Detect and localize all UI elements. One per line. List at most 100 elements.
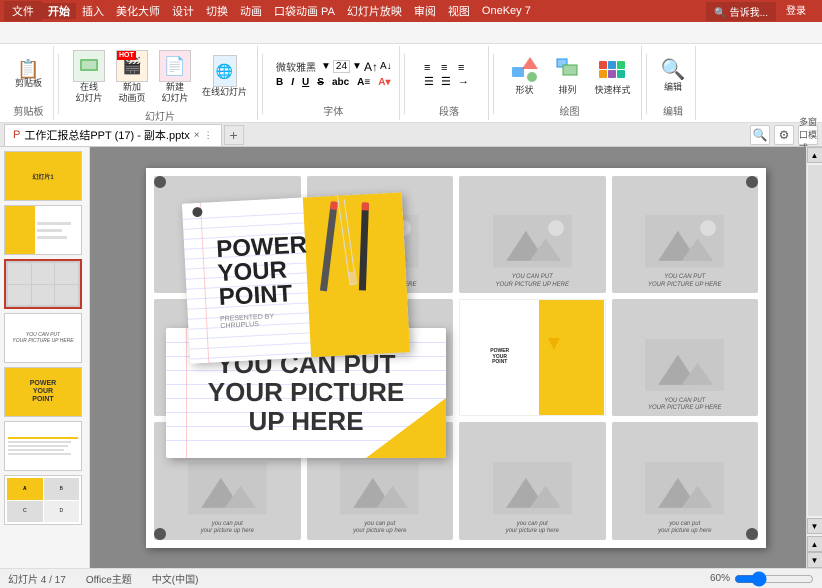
- language-label: 中文(中国): [152, 571, 199, 586]
- menu-pocketanimation[interactable]: 口袋动画 PA: [268, 3, 341, 19]
- card-right: [303, 192, 410, 357]
- quick-styles-button[interactable]: 快速样式: [590, 51, 634, 98]
- menu-onekey[interactable]: OneKey 7: [476, 5, 537, 17]
- text-shadow-button[interactable]: abc: [329, 76, 352, 89]
- strikethrough-button[interactable]: S: [314, 76, 327, 89]
- scroll-extra2[interactable]: ▼: [807, 552, 822, 568]
- thumb2-content: [5, 206, 81, 254]
- help-btn[interactable]: 🔍 告诉我...: [706, 2, 776, 21]
- login-btn[interactable]: 登录: [780, 2, 812, 21]
- menu-view[interactable]: 视图: [442, 3, 476, 19]
- slide-thumb-5[interactable]: POWERYOURPOINT: [4, 367, 82, 417]
- font-color-button[interactable]: A▾: [375, 76, 393, 89]
- tab-drag-handle[interactable]: ⋮: [204, 130, 213, 141]
- search-icon-btn[interactable]: 🔍: [750, 125, 770, 145]
- slides-group: 在线幻灯片 🎬 HOT 新加动画页 📄 新建幻灯片: [63, 46, 258, 120]
- thumb6-line5: [8, 453, 71, 455]
- new-slide-button[interactable]: 📄 新建幻灯片: [155, 48, 195, 106]
- menu-animation[interactable]: 动画: [234, 3, 268, 19]
- main-area: 幻灯片1: [0, 147, 822, 568]
- font-name-btn[interactable]: 微软雅黑: [273, 59, 319, 74]
- paste-button[interactable]: 📋 剪贴板: [11, 58, 46, 91]
- thumb7-content: A B C D: [5, 476, 81, 524]
- multiwindow-btn[interactable]: 多窗口模式: [798, 125, 818, 145]
- bold-button[interactable]: B: [273, 76, 286, 89]
- menu-design[interactable]: 设计: [166, 3, 200, 19]
- align-center-icon[interactable]: ≡: [441, 62, 457, 74]
- scroll-thumb[interactable]: [808, 165, 822, 516]
- pin-bottom-right: [746, 528, 758, 540]
- align-left-icon[interactable]: ≡: [424, 62, 440, 74]
- pencil-yellow: [336, 192, 356, 285]
- menu-review[interactable]: 审阅: [408, 3, 442, 19]
- menu-beautify[interactable]: 美化大师: [110, 3, 166, 19]
- card-main-title: POWER YOUR POINT: [216, 234, 291, 310]
- drawing-buttons: 形状 排列: [504, 48, 634, 101]
- pyp-left: POWERYOURPOINT: [460, 300, 539, 415]
- font-size-btn[interactable]: ▼: [321, 61, 331, 72]
- indent-icon[interactable]: →: [458, 75, 474, 88]
- online-slides-label: 在线幻灯片: [75, 82, 102, 104]
- para-align-row: ≡ ≡ ≡ ☰ ☰ →: [424, 62, 474, 88]
- thumb3-cell4: [8, 285, 31, 306]
- online-slides-button[interactable]: 在线幻灯片: [69, 48, 109, 106]
- menu-slideshow[interactable]: 幻灯片放映: [341, 3, 408, 19]
- mountain-icon-7: [616, 332, 755, 398]
- slide-thumb-1[interactable]: 幻灯片1: [4, 151, 82, 201]
- thumb2-line3: [37, 236, 66, 239]
- shapes-button[interactable]: 形状: [504, 51, 544, 98]
- add-tab-button[interactable]: +: [224, 125, 244, 145]
- paste-label: 剪贴板: [15, 78, 42, 89]
- cell-text-1-3: YOU CAN PUTYOUR PICTURE UP HERE: [496, 274, 569, 288]
- bullets-icon[interactable]: ☰: [424, 75, 440, 88]
- scroll-up-btn[interactable]: ▲: [807, 147, 822, 163]
- thumb3-cell3: [55, 263, 78, 284]
- slide-thumb-7[interactable]: A B C D: [4, 475, 82, 525]
- sep3: [404, 54, 405, 114]
- font-size-dropdown[interactable]: ▼: [352, 61, 362, 72]
- drawing-group: 形状 排列: [498, 46, 641, 120]
- zoom-slider[interactable]: [734, 571, 814, 587]
- scroll-down-btn[interactable]: ▼: [807, 518, 822, 534]
- menu-transition[interactable]: 切换: [200, 3, 234, 19]
- settings-icon-btn[interactable]: ⚙: [774, 125, 794, 145]
- online-slide2-button[interactable]: 🌐 在线幻灯片: [198, 53, 251, 100]
- doc-tab[interactable]: P 工作汇报总结PPT (17) - 副本.pptx × ⋮: [4, 124, 222, 146]
- zoom-label: 60%: [710, 573, 730, 584]
- slides-buttons: 在线幻灯片 🎬 HOT 新加动画页 📄 新建幻灯片: [69, 48, 251, 106]
- arrange-label: 排列: [558, 85, 576, 96]
- slide-thumb-4[interactable]: YOU CAN PUTYOUR PICTURE UP HERE: [4, 313, 82, 363]
- pyp-text: POWERYOURPOINT: [488, 347, 511, 368]
- underline-button[interactable]: U: [299, 76, 312, 89]
- font-size-input[interactable]: 24: [333, 60, 350, 73]
- edit-button[interactable]: 🔍 编辑: [657, 55, 690, 95]
- align-right-icon[interactable]: ≡: [458, 62, 474, 74]
- slide-canvas: YOU CAN PUTYOUR PICTURE UP HERE YOU CAN …: [146, 168, 766, 548]
- doc-tab-title: 工作汇报总结PPT (17) - 副本.pptx: [24, 127, 189, 143]
- numbering-icon[interactable]: ☰: [441, 75, 457, 88]
- pencil-eraser: [349, 271, 358, 284]
- arrange-button[interactable]: 排列: [547, 51, 587, 98]
- char-spacing-button[interactable]: A≡: [354, 76, 373, 89]
- cell-text-3-1: you can putyour picture up here: [201, 521, 254, 535]
- menu-file[interactable]: 文件: [4, 1, 42, 21]
- slide-thumb-3[interactable]: [4, 259, 82, 309]
- menu-insert[interactable]: 插入: [76, 3, 110, 19]
- slide-thumb-6[interactable]: [4, 421, 82, 471]
- drawing-group-label: 绘图: [559, 103, 579, 118]
- new-animation-button[interactable]: 🎬 HOT 新加动画页: [112, 48, 152, 106]
- menu-home[interactable]: 开始: [42, 3, 76, 19]
- online-slide2-icon: 🌐: [213, 55, 237, 87]
- slide-thumb-2[interactable]: [4, 205, 82, 255]
- italic-button[interactable]: I: [288, 76, 297, 89]
- scroll-extra1[interactable]: ▲: [807, 536, 822, 552]
- grid-cell-2-3: POWERYOURPOINT: [459, 299, 606, 416]
- tab-close-button[interactable]: ×: [194, 130, 200, 141]
- thumb2-line1: [37, 222, 70, 225]
- font-size-increase[interactable]: A↑: [364, 60, 378, 74]
- pyp-right: [539, 300, 604, 415]
- font-size-decrease[interactable]: A↓: [380, 61, 392, 72]
- quick-styles-label: 快速样式: [594, 85, 630, 96]
- online-slides-icon: [73, 50, 105, 82]
- pin-bottom-left: [154, 528, 166, 540]
